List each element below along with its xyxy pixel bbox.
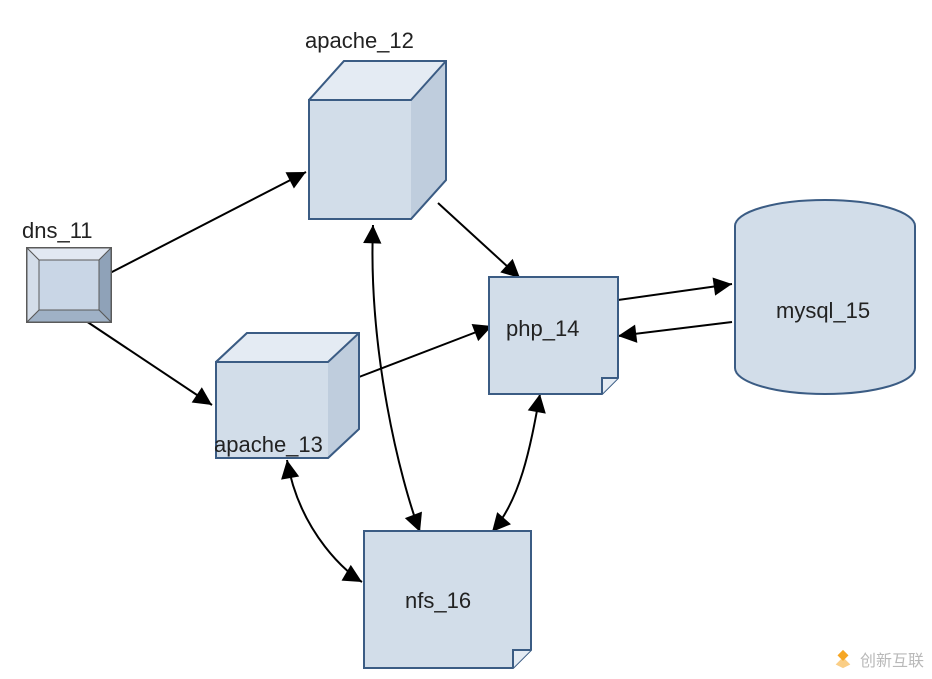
- edge-apache12-php: [438, 203, 520, 278]
- node-apache13-label: apache_13: [214, 432, 323, 458]
- edge-php-nfs: [492, 394, 540, 532]
- node-php-label: php_14: [506, 316, 579, 342]
- node-nfs-label: nfs_16: [405, 588, 471, 614]
- edge-apache12-nfs: [372, 225, 420, 532]
- node-dns: [26, 247, 112, 323]
- watermark: 创新互联: [832, 647, 924, 671]
- edge-php-mysql-1: [618, 284, 732, 300]
- edge-dns-apache12: [110, 172, 306, 273]
- node-apache12-label: apache_12: [305, 28, 414, 54]
- node-mysql-label: mysql_15: [776, 298, 870, 324]
- edge-dns-apache13: [83, 319, 212, 405]
- edge-php-mysql-2: [618, 322, 732, 336]
- node-apache12: [308, 60, 448, 220]
- watermark-logo-icon: [832, 648, 854, 670]
- edge-apache13-php: [359, 326, 492, 377]
- edge-apache13-nfs: [287, 460, 362, 582]
- node-dns-label: dns_11: [22, 218, 93, 244]
- watermark-text: 创新互联: [860, 647, 924, 671]
- diagram-canvas: dns_11 apache_12 apache_13 php_14 nfs_16: [0, 0, 932, 679]
